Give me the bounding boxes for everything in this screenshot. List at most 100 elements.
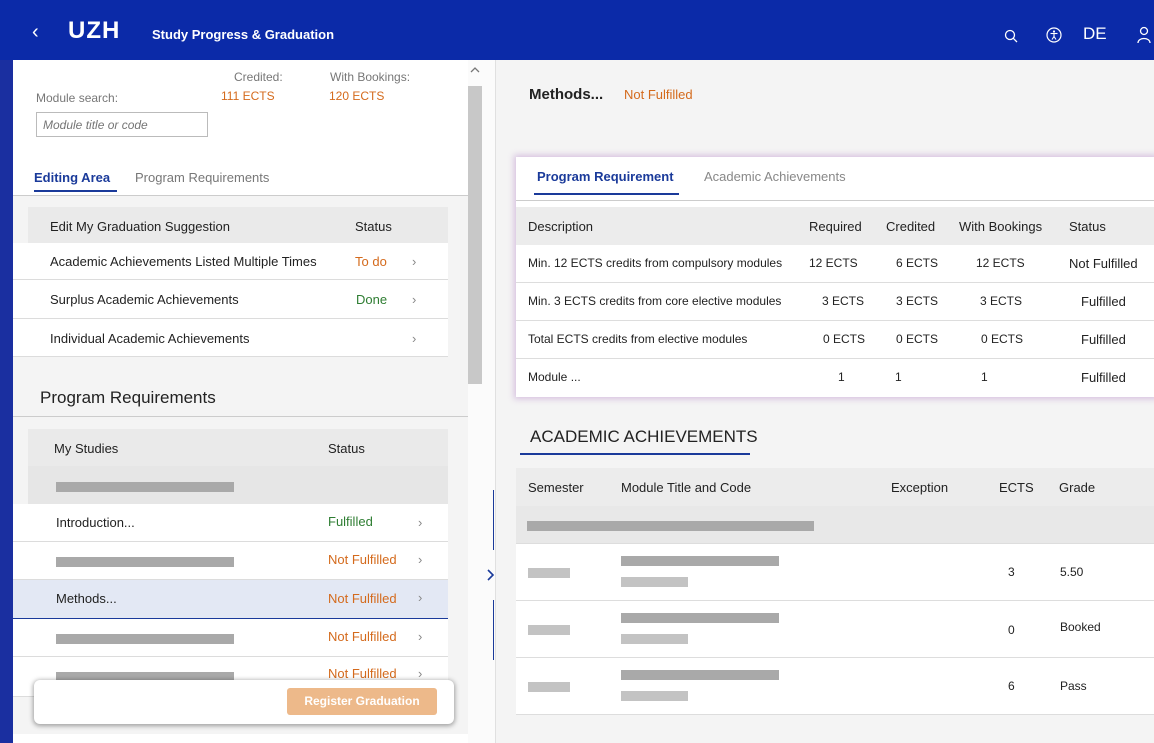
divider-line	[493, 600, 494, 660]
list-item[interactable]: Individual Academic Achievements ›	[13, 319, 448, 357]
list-item-selected[interactable]: Methods... Not Fulfilled ›	[13, 580, 448, 619]
cell-credited: 3 ECTS	[896, 294, 939, 308]
divider-line	[493, 490, 494, 550]
chevron-up-icon[interactable]	[470, 65, 480, 75]
table-row[interactable]: Min. 3 ECTS credits from core elective m…	[516, 283, 1154, 321]
redacted-text	[621, 670, 779, 680]
chevron-right-icon: ›	[418, 666, 423, 681]
status-badge: Not Fulfilled	[328, 629, 397, 644]
col-status: Status	[1069, 219, 1106, 234]
chevron-right-icon: ›	[418, 515, 423, 530]
redacted-text	[56, 634, 234, 644]
program-requirements-title: Program Requirements	[40, 388, 216, 407]
module-search-label: Module search:	[36, 91, 119, 105]
col-description: Description	[528, 219, 594, 234]
col-required: Required	[809, 219, 862, 234]
list-item[interactable]: Surplus Academic Achievements Done ›	[13, 280, 448, 319]
tabs-divider	[516, 200, 1154, 201]
cell-bookings: 3 ECTS	[980, 294, 1023, 308]
row-label: Individual Academic Achievements	[50, 331, 250, 346]
search-icon[interactable]	[1004, 29, 1018, 43]
cell-ects: 6	[1008, 679, 1015, 693]
left-pane: Module search: Credited: 111 ECTS With B…	[13, 60, 468, 743]
cell-description: Min. 3 ECTS credits from core elective m…	[528, 294, 782, 308]
tab-academic-achievements[interactable]: Academic Achievements	[704, 169, 846, 184]
cell-description: Total ECTS credits from elective modules	[528, 332, 748, 346]
cell-required: 1	[838, 370, 845, 384]
tab-editing-area[interactable]: Editing Area	[34, 170, 110, 185]
status-badge: Fulfilled	[328, 514, 373, 529]
table-row[interactable]: Total ECTS credits from elective modules…	[516, 321, 1154, 359]
chevron-right-icon: ›	[418, 552, 423, 567]
redacted-text	[621, 556, 779, 566]
studies-header-status: Status	[328, 441, 365, 456]
status-badge: Not Fulfilled	[328, 591, 397, 606]
section-divider	[13, 416, 468, 417]
table-row[interactable]: 0 Booked	[516, 601, 1154, 658]
page-title: Methods...	[529, 86, 604, 103]
redacted-text	[56, 557, 234, 567]
row-label: Introduction...	[56, 515, 135, 530]
register-bar: Register Graduation	[34, 680, 454, 724]
list-item[interactable]: Academic Achievements Listed Multiple Ti…	[13, 243, 448, 280]
col-ects: ECTS	[999, 480, 1034, 495]
cell-bookings: 1	[981, 370, 988, 384]
row-label: Methods...	[56, 591, 117, 606]
edit-header-status: Status	[355, 219, 392, 234]
active-tab-underline	[34, 190, 117, 192]
list-item[interactable]: Not Fulfilled ›	[13, 619, 448, 657]
pane-divider	[468, 60, 496, 743]
table-row[interactable]	[516, 506, 1154, 544]
chevron-right-icon[interactable]	[485, 568, 495, 582]
redacted-text	[621, 613, 779, 623]
table-row[interactable]: Module ... 1 1 1 Fulfilled	[516, 359, 1154, 397]
status-badge: Done	[356, 292, 388, 307]
status-badge: Not Fulfilled	[1069, 256, 1138, 271]
tab-program-requirement[interactable]: Program Requirement	[537, 169, 674, 184]
accessibility-icon[interactable]	[1046, 27, 1062, 43]
chevron-right-icon: ›	[412, 331, 417, 346]
list-item[interactable]: Not Fulfilled ›	[13, 542, 448, 580]
cell-bookings: 0 ECTS	[981, 332, 1024, 346]
studies-header-title: My Studies	[54, 441, 119, 456]
user-icon[interactable]	[1136, 26, 1152, 44]
scrollbar[interactable]	[468, 86, 482, 384]
tab-program-requirements[interactable]: Program Requirements	[135, 170, 269, 185]
bookings-label: With Bookings:	[330, 70, 411, 84]
status-badge: Fulfilled	[1081, 370, 1126, 385]
program-requirement-card: Program Requirement Academic Achievement…	[516, 157, 1154, 397]
status-badge: Not Fulfilled	[328, 666, 397, 681]
col-semester: Semester	[528, 480, 584, 495]
cell-description: Min. 12 ECTS credits from compulsory mod…	[528, 256, 783, 270]
table-row[interactable]: 3 5.50	[516, 544, 1154, 601]
col-exception: Exception	[891, 480, 949, 495]
redacted-text	[528, 625, 570, 635]
table-row[interactable]	[28, 466, 448, 504]
cell-required: 0 ECTS	[823, 332, 866, 346]
table-row[interactable]: Min. 12 ECTS credits from compulsory mod…	[516, 245, 1154, 283]
bookings-value: 120 ECTS	[329, 89, 385, 103]
cell-required: 12 ECTS	[809, 256, 858, 270]
edit-header-title: Edit My Graduation Suggestion	[50, 219, 230, 234]
col-module-title: Module Title and Code	[621, 480, 752, 495]
list-item[interactable]: Introduction... Fulfilled ›	[13, 504, 448, 542]
cell-required: 3 ECTS	[822, 294, 865, 308]
chevron-right-icon: ›	[418, 629, 423, 644]
chevron-right-icon: ›	[418, 590, 423, 605]
register-graduation-button[interactable]: Register Graduation	[287, 688, 437, 715]
back-icon[interactable]: ‹	[32, 22, 39, 42]
cell-grade: Booked	[1060, 620, 1101, 634]
cell-ects: 0	[1008, 623, 1015, 637]
language-switch[interactable]: DE	[1083, 25, 1107, 43]
uzh-logo[interactable]: UZH	[68, 19, 120, 43]
row-label: Academic Achievements Listed Multiple Ti…	[50, 254, 317, 269]
redacted-text	[621, 691, 688, 701]
cell-ects: 3	[1008, 565, 1015, 579]
cell-credited: 1	[895, 370, 902, 384]
chevron-right-icon: ›	[412, 254, 417, 269]
cell-grade: Pass	[1060, 679, 1087, 693]
module-search-input[interactable]	[36, 112, 208, 137]
cell-credited: 6 ECTS	[896, 256, 939, 270]
table-row[interactable]: 6 Pass	[516, 658, 1154, 715]
cell-grade: 5.50	[1060, 565, 1084, 579]
